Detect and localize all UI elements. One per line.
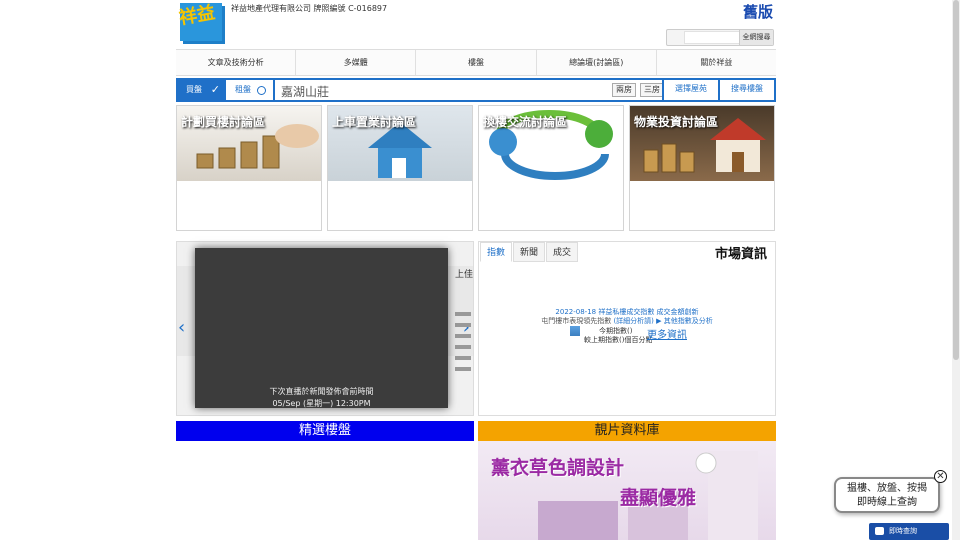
forum-card-plan-buy[interactable]: 計劃買樓討論區 [176, 105, 322, 231]
forum-title: 物業投資討論區 [634, 115, 719, 129]
estate-input[interactable]: 嘉湖山莊 [281, 83, 329, 100]
rent-tab[interactable]: 租盤 [227, 80, 275, 100]
close-icon[interactable]: ✕ [934, 470, 947, 483]
live-chat-label: 即時查詢 [889, 527, 917, 535]
video-caption-line2: 05/Sep (星期一) 12:30PM [272, 399, 371, 408]
three-room-button[interactable]: 三房 [640, 83, 664, 97]
slide-peek-text [455, 312, 471, 378]
buy-tab[interactable]: 買盤 ✓ [178, 80, 226, 100]
tab-news[interactable]: 新聞 [513, 242, 545, 262]
featured-listings-header[interactable]: 精選樓盤 [176, 421, 474, 441]
forum-title: 上車置業討論區 [332, 115, 417, 129]
coins-image: 計劃買樓討論區 [177, 106, 321, 181]
old-version-link[interactable]: 舊版 [743, 1, 773, 22]
market-other-link[interactable]: ▶ 其他指數及分析 [656, 317, 713, 325]
buy-tab-label: 買盤 [186, 85, 202, 94]
index-change: 較上期指數()個百分點 [584, 336, 653, 344]
more-info-link[interactable]: 更多資訊 [647, 326, 687, 341]
gallery-headline: 薰衣草色調設計 [491, 457, 625, 479]
site-search-input[interactable] [684, 31, 740, 44]
house-image: 上車置業討論區 [328, 106, 472, 181]
market-subline-text: 屯門樓市表現領先指數 [541, 317, 612, 325]
main-nav: 文章及技術分析 多媒體 樓盤 總論壇(討論區) 關於祥益 [176, 49, 776, 76]
select-estate-button[interactable]: 選擇屋苑 [662, 78, 718, 102]
bubble-line2: 即時線上查詢 [857, 497, 917, 508]
market-subline: 屯門樓市表現領先指數 (詳細分析請) ▶ 其他指數及分析 [479, 316, 775, 326]
investment-image: 物業投資討論區 [630, 106, 774, 181]
inquiry-bubble[interactable]: 揾樓、放盤、按揭 即時線上查詢 [834, 477, 940, 513]
nav-item-forum[interactable]: 總論壇(討論區) [537, 50, 657, 75]
two-room-button[interactable]: 兩房 [612, 83, 636, 97]
chat-icon [875, 527, 884, 535]
nav-item-articles[interactable]: 文章及技術分析 [176, 50, 297, 75]
gallery-banner[interactable]: 薰衣草色調設計 盡顯優雅 [478, 441, 776, 540]
index-chart-icon [570, 326, 580, 336]
video-caption-line1: 下次直播於新聞發佈會前時間 [269, 387, 374, 396]
market-title: 市場資訊 [714, 247, 767, 262]
nav-item-multimedia[interactable]: 多媒體 [296, 50, 417, 75]
check-icon: ✓ [210, 83, 220, 96]
nav-item-listings[interactable]: 樓盤 [416, 50, 537, 75]
market-analysis-link[interactable]: (詳細分析請) [613, 317, 653, 325]
forum-card-investment[interactable]: 物業投資討論區 [629, 105, 775, 231]
tab-index[interactable]: 指數 [480, 242, 512, 262]
exchange-image: 換樓交流討論區 [479, 106, 623, 181]
forum-card-first-home[interactable]: 上車置業討論區 [327, 105, 473, 231]
market-info-panel: 指數 新聞 成交 市場資訊 2022-08-18 祥益私樓成交指數 成交金額創新… [478, 241, 776, 416]
slide-prev-arrow[interactable]: ‹ [178, 317, 185, 338]
site-search: 全網搜尋 [666, 29, 774, 46]
slide-peek-title: 上佳 [454, 270, 473, 280]
live-video-popup[interactable]: 下次直播於新聞發佈會前時間 05/Sep (星期一) 12:30PM [195, 248, 448, 408]
live-chat-button[interactable]: 即時查詢 [869, 523, 949, 540]
site-logo[interactable]: 祥益 [177, 1, 230, 45]
search-listing-button[interactable]: 搜尋樓盤 [718, 78, 774, 102]
tab-transactions[interactable]: 成交 [546, 242, 578, 262]
listing-search-bar: 買盤 ✓ 租盤 嘉湖山莊 兩房 三房 選擇屋苑 搜尋樓盤 [176, 78, 776, 102]
forum-title: 計劃買樓討論區 [181, 115, 266, 129]
nav-item-about[interactable]: 關於祥益 [657, 50, 776, 75]
page-scrollbar[interactable] [952, 0, 960, 540]
scrollbar-thumb[interactable] [953, 0, 959, 360]
radio-icon [257, 86, 266, 95]
site-search-button[interactable]: 全網搜尋 [739, 30, 773, 45]
forum-card-switch-home[interactable]: 換樓交流討論區 [478, 105, 624, 231]
bubble-line1: 揾樓、放盤、按揭 [847, 483, 927, 494]
forum-title: 換樓交流討論區 [483, 115, 568, 129]
company-license: 祥益地產代理有限公司 牌照編號 C-016897 [231, 4, 388, 13]
gallery-subline: 盡顯優雅 [620, 487, 697, 509]
rent-tab-label: 租盤 [235, 85, 251, 94]
photo-gallery-header[interactable]: 靚片資料庫 [478, 421, 776, 441]
